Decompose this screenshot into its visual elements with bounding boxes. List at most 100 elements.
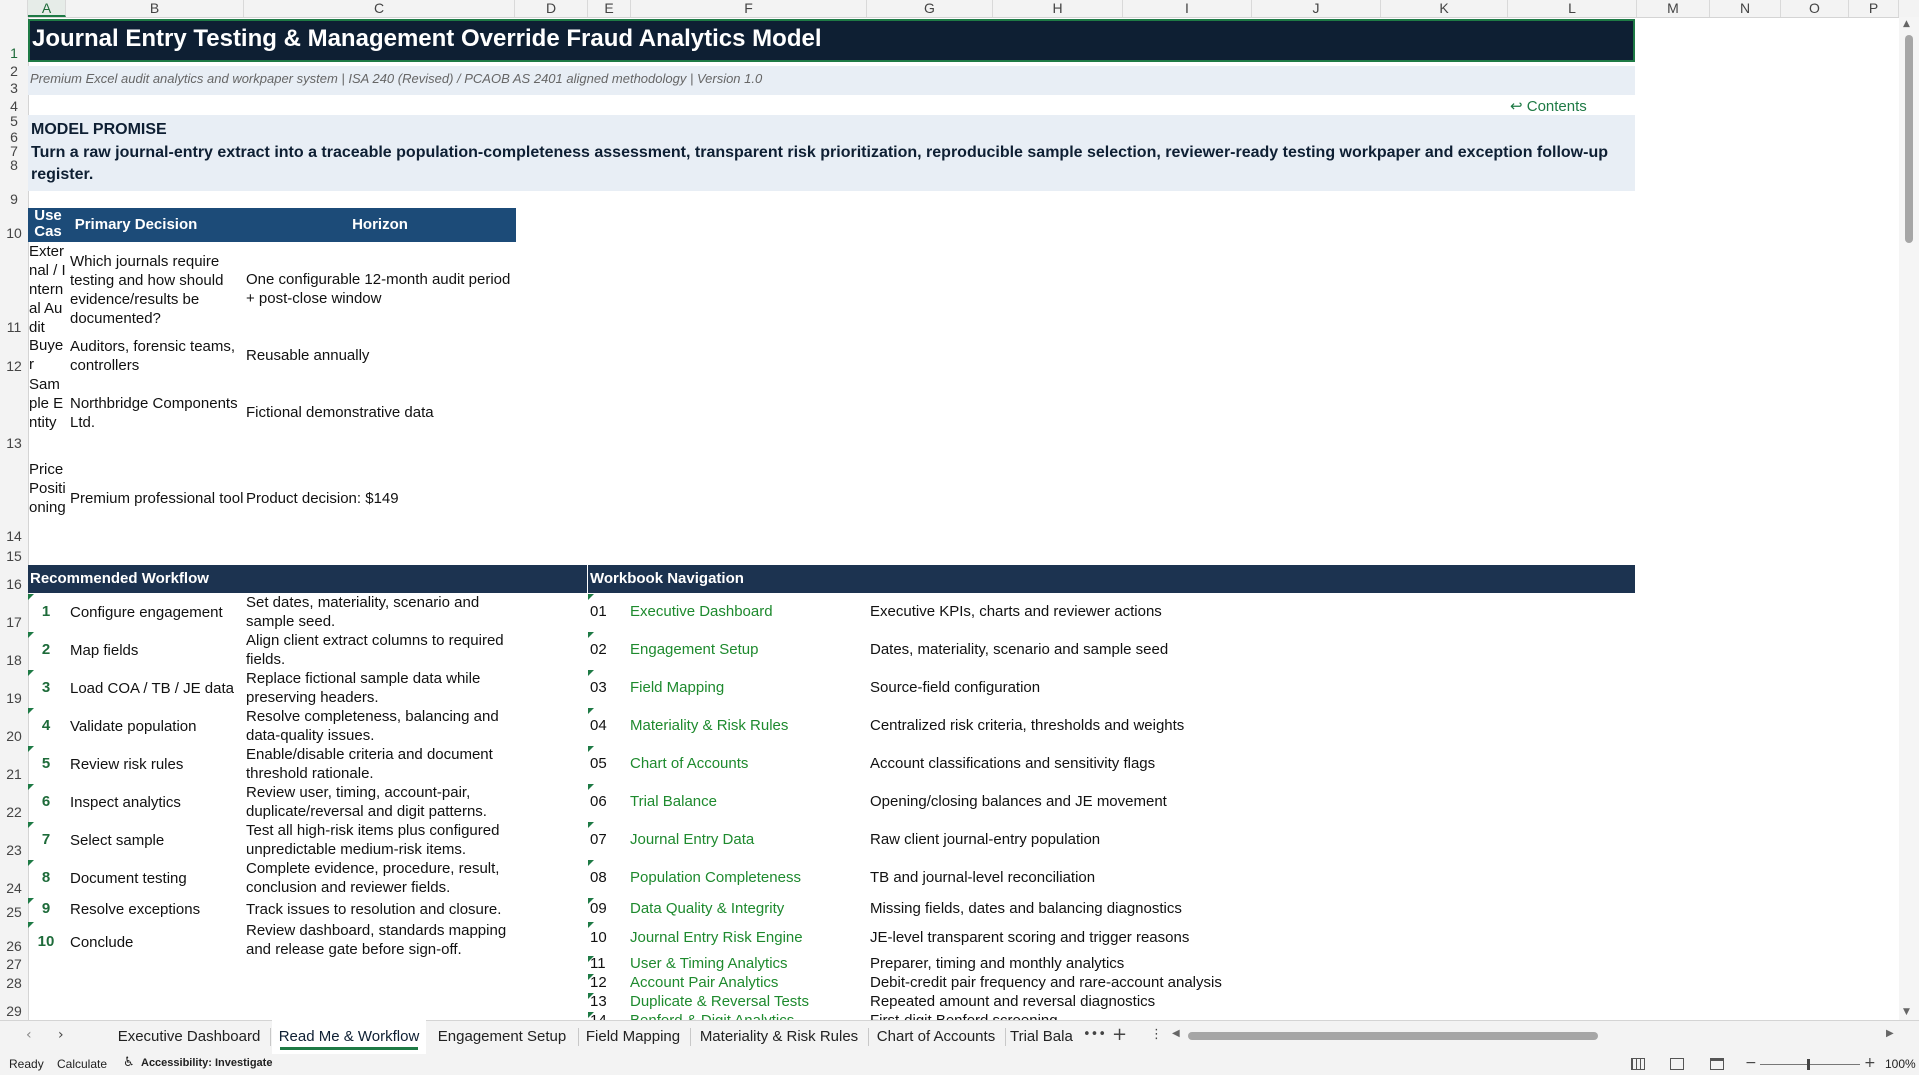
row-header[interactable]: 11 [0, 242, 28, 336]
cell-comment-indicator[interactable] [28, 898, 34, 904]
tab-trial-balance[interactable]: Trial Bala [1010, 1020, 1076, 1054]
nav-item-link[interactable]: Chart of Accounts [630, 755, 748, 772]
zoom-level[interactable]: 100% [1885, 1057, 1916, 1071]
row-header[interactable]: 17 [0, 593, 28, 631]
cell-comment-indicator[interactable] [28, 708, 34, 714]
tab-read-me-workflow[interactable]: Read Me & Workflow [272, 1020, 426, 1054]
primary-decision-cell[interactable]: Northbridge Components Ltd. [70, 394, 240, 432]
row-header[interactable]: 19 [0, 669, 28, 707]
workflow-step-description[interactable]: Review user, timing, account-pair, dupli… [246, 783, 514, 821]
page-break-view-icon[interactable] [1710, 1058, 1724, 1070]
use-case-cell[interactable]: External / Internal Audit [29, 242, 66, 337]
column-header[interactable]: I [1123, 0, 1252, 17]
column-header[interactable]: J [1252, 0, 1381, 17]
tab-options-icon[interactable]: ⋮ [1150, 1027, 1163, 1042]
workflow-step-name[interactable]: Inspect analytics [70, 793, 242, 812]
nav-item-link[interactable]: Materiality & Risk Rules [630, 717, 788, 734]
normal-view-icon[interactable] [1631, 1058, 1645, 1070]
workflow-step-name[interactable]: Conclude [70, 933, 242, 952]
nav-item-link[interactable]: Duplicate & Reversal Tests [630, 993, 809, 1010]
workflow-step-description[interactable]: Complete evidence, procedure, result, co… [246, 859, 514, 897]
row-header[interactable]: 26 [0, 921, 28, 955]
primary-decision-cell[interactable]: Which journals require testing and how s… [70, 252, 240, 328]
row-header[interactable]: 2 [0, 62, 28, 80]
horizon-cell[interactable]: Product decision: $149 [246, 489, 516, 508]
column-header[interactable]: M [1637, 0, 1710, 17]
cell-comment-indicator[interactable] [588, 784, 594, 790]
row-header[interactable]: 14 [0, 452, 28, 545]
nav-item-link[interactable]: Executive Dashboard [630, 603, 773, 620]
cell-comment-indicator[interactable] [588, 974, 594, 980]
cell-comment-indicator[interactable] [588, 632, 594, 638]
row-header[interactable]: 9 [0, 174, 28, 208]
column-header[interactable]: E [588, 0, 631, 17]
primary-decision-cell[interactable]: Auditors, forensic teams, controllers [70, 337, 240, 375]
row-header[interactable]: 29 [0, 992, 28, 1020]
workflow-step-description[interactable]: Align client extract columns to required… [246, 631, 514, 669]
workflow-step-description[interactable]: Test all high-risk items plus configured… [246, 821, 514, 859]
nav-item-link[interactable]: Field Mapping [630, 679, 724, 696]
horizontal-scroll-thumb[interactable] [1188, 1032, 1598, 1040]
row-header[interactable]: 12 [0, 336, 28, 375]
row-header[interactable]: 13 [0, 375, 28, 452]
scroll-up-icon[interactable]: ▲ [1903, 19, 1910, 29]
nav-item-link[interactable]: User & Timing Analytics [630, 955, 788, 972]
cell-comment-indicator[interactable] [588, 993, 594, 999]
tab-scroll-right-icon[interactable]: › [58, 1027, 64, 1043]
tab-engagement-setup[interactable]: Engagement Setup [432, 1020, 572, 1054]
row-header[interactable]: 8 [0, 157, 28, 174]
workflow-step-description[interactable]: Set dates, materiality, scenario and sam… [246, 593, 514, 631]
cell-comment-indicator[interactable] [28, 922, 34, 928]
accessibility-status[interactable]: Accessibility: Investigate [141, 1057, 272, 1069]
tab-scroll-left-icon[interactable]: ‹ [26, 1027, 32, 1043]
row-header[interactable]: 18 [0, 631, 28, 669]
workflow-step-name[interactable]: Resolve exceptions [70, 900, 242, 919]
column-header[interactable]: P [1849, 0, 1899, 17]
column-header[interactable]: C [244, 0, 515, 17]
cell-comment-indicator[interactable] [588, 860, 594, 866]
column-header[interactable]: H [993, 0, 1123, 17]
use-case-cell[interactable]: Price Positioning [29, 460, 66, 517]
zoom-slider[interactable] [1760, 1064, 1860, 1065]
workflow-step-name[interactable]: Load COA / TB / JE data [70, 679, 242, 698]
workflow-step-description[interactable]: Enable/disable criteria and document thr… [246, 745, 514, 783]
contents-link[interactable]: ↩ Contents [1510, 97, 1587, 115]
hscroll-right-icon[interactable]: ▶ [1886, 1028, 1894, 1039]
add-sheet-icon[interactable]: + [1112, 1024, 1127, 1045]
column-header[interactable]: F [631, 0, 867, 17]
use-case-cell[interactable]: Sample Entity [29, 375, 66, 432]
row-header[interactable]: 22 [0, 783, 28, 821]
row-header[interactable]: 3 [0, 80, 28, 97]
nav-item-link[interactable]: Engagement Setup [630, 641, 758, 658]
tab-field-mapping[interactable]: Field Mapping [582, 1020, 684, 1054]
zoom-out-icon[interactable]: − [1745, 1055, 1757, 1071]
workflow-step-name[interactable]: Select sample [70, 831, 242, 850]
column-header[interactable]: N [1710, 0, 1781, 17]
cell-comment-indicator[interactable] [588, 922, 594, 928]
row-header[interactable]: 23 [0, 821, 28, 859]
cell-comment-indicator[interactable] [28, 746, 34, 752]
hscroll-left-icon[interactable]: ◀ [1172, 1028, 1180, 1039]
nav-item-link[interactable]: Journal Entry Data [630, 831, 754, 848]
cell-comment-indicator[interactable] [28, 860, 34, 866]
workflow-step-name[interactable]: Review risk rules [70, 755, 242, 774]
use-case-cell[interactable]: Buyer [29, 336, 66, 374]
tab-chart-of-accounts[interactable]: Chart of Accounts [872, 1020, 1000, 1054]
horizon-cell[interactable]: One configurable 12-month audit period +… [246, 270, 516, 308]
cell-comment-indicator[interactable] [28, 594, 34, 600]
scroll-down-icon[interactable]: ▼ [1903, 1007, 1910, 1017]
row-header[interactable]: 25 [0, 897, 28, 921]
column-header[interactable]: L [1508, 0, 1637, 17]
workflow-step-name[interactable]: Validate population [70, 717, 242, 736]
tab-executive-dashboard[interactable]: Executive Dashboard [114, 1020, 264, 1054]
zoom-slider-handle[interactable] [1807, 1059, 1810, 1070]
cell-comment-indicator[interactable] [28, 670, 34, 676]
nav-item-link[interactable]: Account Pair Analytics [630, 974, 778, 991]
column-header[interactable]: G [867, 0, 993, 17]
column-header[interactable]: O [1781, 0, 1849, 17]
cell-comment-indicator[interactable] [588, 708, 594, 714]
calculate-button[interactable]: Calculate [57, 1057, 107, 1071]
horizon-cell[interactable]: Fictional demonstrative data [246, 403, 516, 422]
cell-comment-indicator[interactable] [28, 632, 34, 638]
cell-comment-indicator[interactable] [588, 594, 594, 600]
